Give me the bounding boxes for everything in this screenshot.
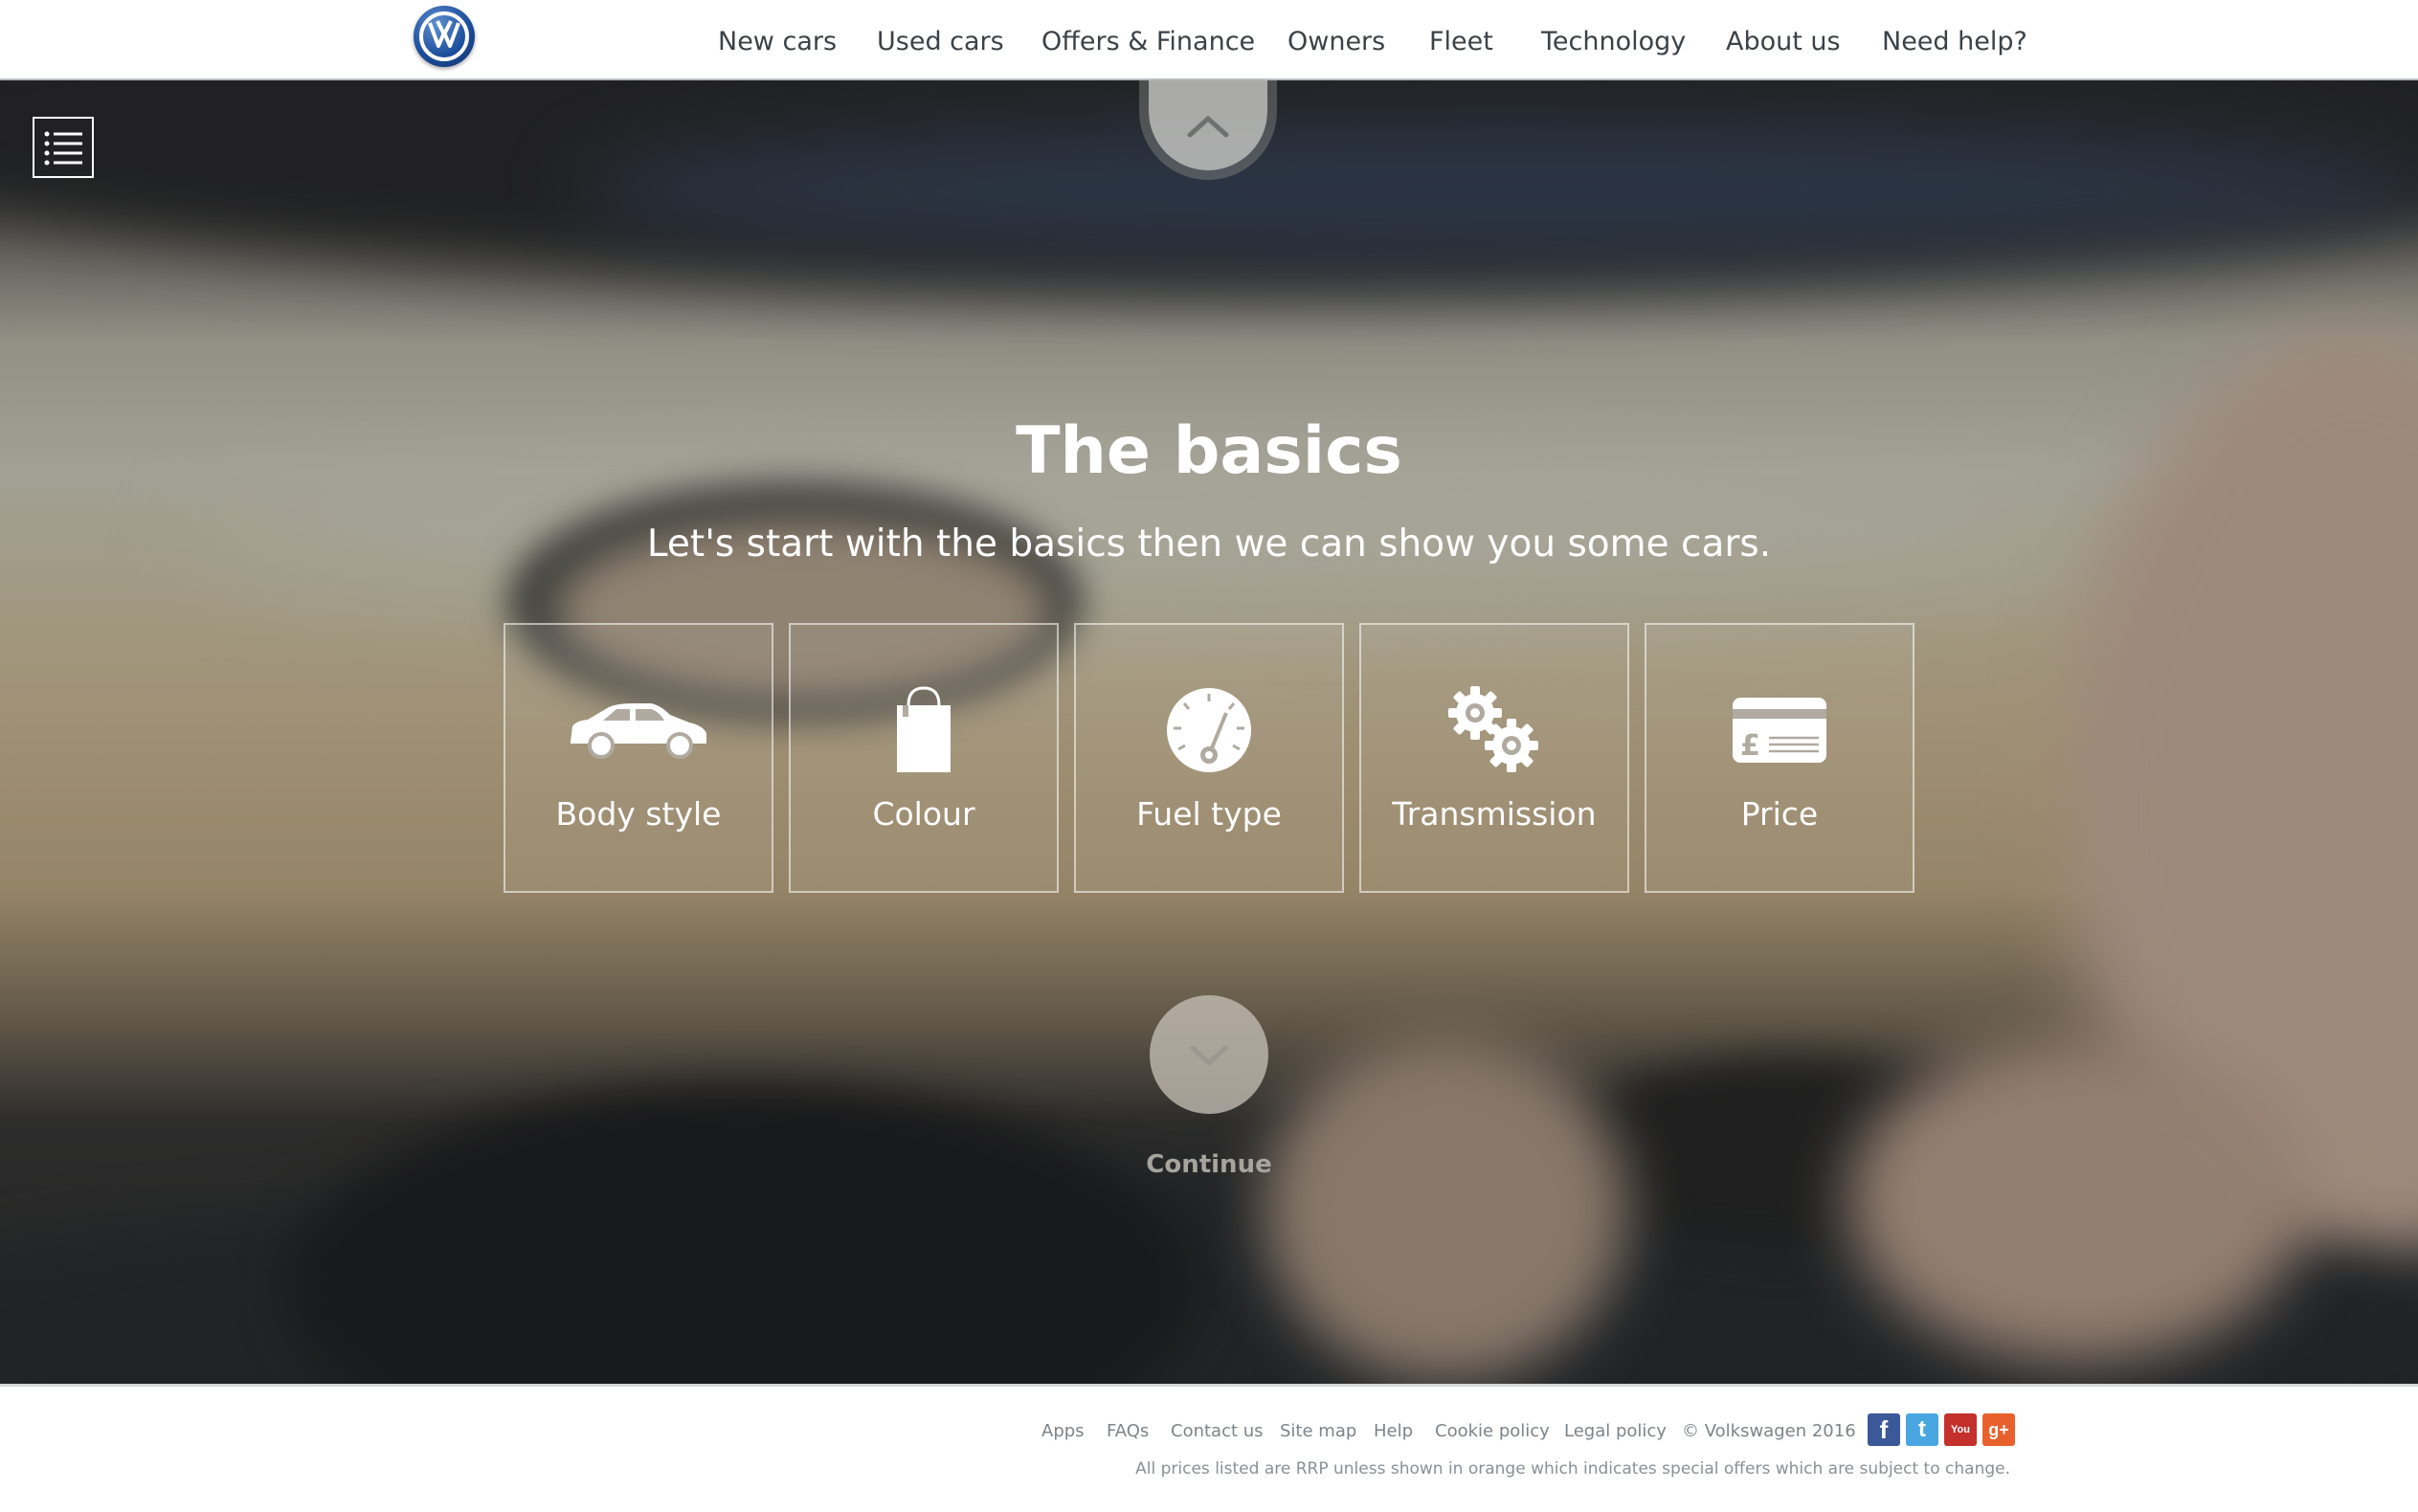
footer-link-help[interactable]: Help [1374, 1421, 1413, 1441]
credit-card-pound-icon: £ [1733, 698, 1826, 763]
scroll-down-button[interactable] [1150, 995, 1268, 1114]
card-colour[interactable]: Colour [789, 623, 1059, 893]
nav-item-need-help[interactable]: Need help? [1882, 21, 2027, 63]
nav-item-about-us[interactable]: About us [1726, 21, 1841, 63]
footer-link-contact-us[interactable]: Contact us [1171, 1421, 1264, 1441]
card-icon-wrap [505, 682, 772, 778]
footer-link-legal-policy[interactable]: Legal policy [1564, 1421, 1667, 1441]
twitter-icon[interactable]: t [1906, 1413, 1938, 1446]
card-icon-wrap [1076, 682, 1342, 778]
footer-link-site-map[interactable]: Site map [1280, 1421, 1356, 1441]
google-plus-icon[interactable]: g+ [1982, 1413, 2015, 1446]
price-disclaimer: All prices listed are RRP unless shown i… [1135, 1459, 2010, 1479]
card-label: Body style [555, 795, 722, 833]
card-label: Transmission [1392, 795, 1597, 833]
footer-link-cookie-policy[interactable]: Cookie policy [1435, 1421, 1550, 1441]
nav-item-fleet[interactable]: Fleet [1429, 21, 1493, 63]
card-fuel-type[interactable]: Fuel type [1074, 623, 1344, 893]
card-body-style[interactable]: Body style [504, 623, 773, 893]
nav-item-offers-finance[interactable]: Offers & Finance [1041, 21, 1255, 63]
facebook-icon[interactable]: f [1868, 1413, 1900, 1446]
card-icon-wrap [791, 682, 1057, 778]
card-label: Fuel type [1136, 795, 1282, 833]
gauge-icon [1167, 688, 1251, 772]
footer-link-apps[interactable]: Apps [1041, 1421, 1085, 1441]
paint-can-icon [897, 686, 951, 772]
list-icon [44, 131, 82, 166]
nav-item-technology[interactable]: Technology [1541, 21, 1686, 63]
nav-item-used-cars[interactable]: Used cars [877, 21, 1004, 63]
copyright: © Volkswagen 2016 [1682, 1421, 1856, 1441]
site-footer: Apps FAQs Contact us Site map Help Cooki… [0, 1384, 2418, 1512]
main-nav: New cars Used cars Offers & Finance Owne… [0, 21, 2418, 63]
svg-text:£: £ [1740, 729, 1760, 763]
car-icon [571, 703, 706, 759]
section-menu-button[interactable] [33, 117, 94, 178]
site-header: New cars Used cars Offers & Finance Owne… [0, 0, 2418, 80]
youtube-icon[interactable]: You [1944, 1413, 1977, 1446]
continue-label[interactable]: Continue [0, 1150, 2418, 1179]
card-icon-wrap [1361, 682, 1627, 778]
card-icon-wrap: £ [1646, 682, 1913, 778]
footer-link-faqs[interactable]: FAQs [1107, 1421, 1149, 1441]
chevron-up-icon [1187, 116, 1229, 138]
page-title: The basics [1016, 413, 1402, 489]
nav-item-new-cars[interactable]: New cars [718, 21, 837, 63]
card-label: Colour [872, 795, 975, 833]
card-price[interactable]: £ Price [1645, 623, 1914, 893]
chevron-down-icon [1190, 1045, 1228, 1066]
page-subtitle: Let's start with the basics then we can … [646, 523, 1772, 566]
card-label: Price [1740, 795, 1819, 833]
hero-section: The basics Let's start with the basics t… [0, 80, 2418, 1384]
nav-item-owners[interactable]: Owners [1287, 21, 1385, 63]
gears-icon [1448, 686, 1538, 772]
card-transmission[interactable]: Transmission [1359, 623, 1629, 893]
